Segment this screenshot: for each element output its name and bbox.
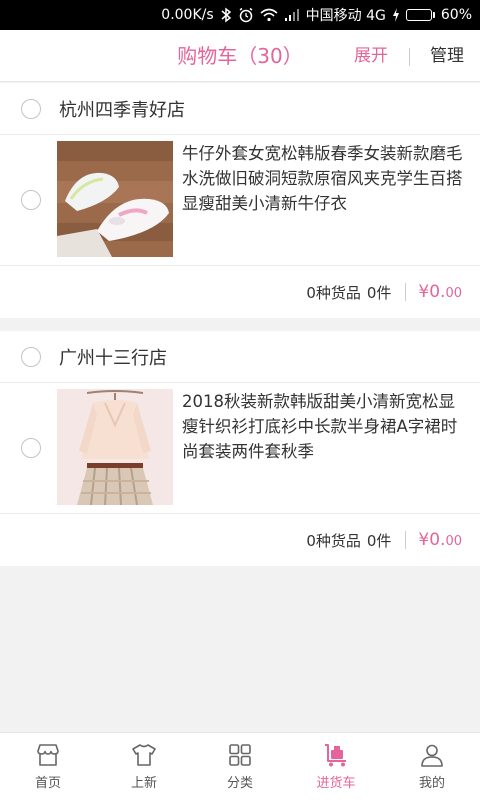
cart-item[interactable]: 2018秋装新款韩版甜美小清新宽松显瘦针织衫打底衫中长款半身裙A字裙时尚套装两件… <box>0 383 480 514</box>
shop-name[interactable]: 广州十三行店 <box>59 344 167 370</box>
product-image-knit-set[interactable] <box>57 389 173 505</box>
product-title[interactable]: 牛仔外套女宽松韩版春季女装新款磨毛水洗做旧破洞短款原宿风夹克学生百搭显瘦甜美小清… <box>182 141 468 216</box>
summary-divider <box>405 531 407 549</box>
header-bar: 购物车（30） 展开 管理 <box>0 30 480 82</box>
expand-button[interactable]: 展开 <box>354 30 388 82</box>
wifi-icon <box>260 8 278 22</box>
status-bar: 0.00K/s 中国移动 4G 60% <box>0 0 480 30</box>
shop-header: 杭州四季青好店 <box>0 83 480 135</box>
shop-select-radio[interactable] <box>21 98 41 119</box>
store-icon <box>37 744 59 766</box>
summary-divider <box>405 283 407 301</box>
bluetooth-icon <box>220 7 232 23</box>
tab-label: 我的 <box>418 776 445 791</box>
goods-kinds: 0种货品 <box>306 531 361 550</box>
shop-header: 广州十三行店 <box>0 331 480 383</box>
signal-icon <box>284 8 300 22</box>
tshirt-icon <box>132 744 156 766</box>
carrier-label: 中国移动 4G <box>305 8 386 24</box>
tab-label: 首页 <box>34 776 61 791</box>
grid-icon <box>229 744 251 766</box>
charging-icon <box>392 8 400 22</box>
shop-total-price: ¥0.00 <box>418 530 462 550</box>
shop-summary: 0种货品 0件 ¥0.00 <box>0 266 480 318</box>
tab-home[interactable]: 首页 <box>0 733 96 800</box>
tab-label: 分类 <box>226 776 253 791</box>
item-select-radio[interactable] <box>21 438 41 458</box>
tab-profile[interactable]: 我的 <box>384 733 480 800</box>
goods-count: 0件 <box>366 531 392 550</box>
cart-item[interactable]: 牛仔外套女宽松韩版春季女装新款磨毛水洗做旧破洞短款原宿风夹克学生百搭显瘦甜美小清… <box>0 135 480 266</box>
shop-total-price: ¥0.00 <box>418 282 462 302</box>
shop-select-radio[interactable] <box>21 346 41 367</box>
product-title[interactable]: 2018秋装新款韩版甜美小清新宽松显瘦针织衫打底衫中长款半身裙A字裙时尚套装两件… <box>182 389 468 464</box>
person-icon <box>421 744 443 767</box>
header-divider <box>409 48 410 66</box>
tab-cart[interactable]: 进货车 <box>288 733 384 800</box>
tab-label: 上新 <box>130 776 157 791</box>
shop-card: 杭州四季青好店 牛仔外套女宽松韩版春季女装新款磨毛水洗做旧破洞短款原宿风夹克学生… <box>0 83 480 318</box>
goods-count: 0件 <box>366 283 392 302</box>
bottom-tab-bar: 首页 上新 分类 进货车 我的 <box>0 732 480 800</box>
battery-icon <box>405 9 435 21</box>
goods-kinds: 0种货品 <box>306 283 361 302</box>
alarm-icon <box>238 7 254 23</box>
product-image-sneakers[interactable] <box>57 141 173 257</box>
item-select-radio[interactable] <box>21 190 41 210</box>
cart-icon <box>325 744 346 767</box>
shop-card: 广州十三行店 2018秋装新款韩版甜美小清新宽松显瘦针织衫打底衫中长款半身裙A字… <box>0 331 480 566</box>
shop-summary: 0种货品 0件 ¥0.00 <box>0 514 480 566</box>
manage-button[interactable]: 管理 <box>430 30 464 82</box>
tab-label: 进货车 <box>316 776 356 791</box>
tab-new-arrivals[interactable]: 上新 <box>96 733 192 800</box>
tab-categories[interactable]: 分类 <box>192 733 288 800</box>
network-speed: 0.00K/s <box>161 7 214 23</box>
shop-name[interactable]: 杭州四季青好店 <box>59 96 185 122</box>
page-title: 购物车（30） <box>177 44 303 68</box>
battery-percent: 60% <box>440 7 472 23</box>
